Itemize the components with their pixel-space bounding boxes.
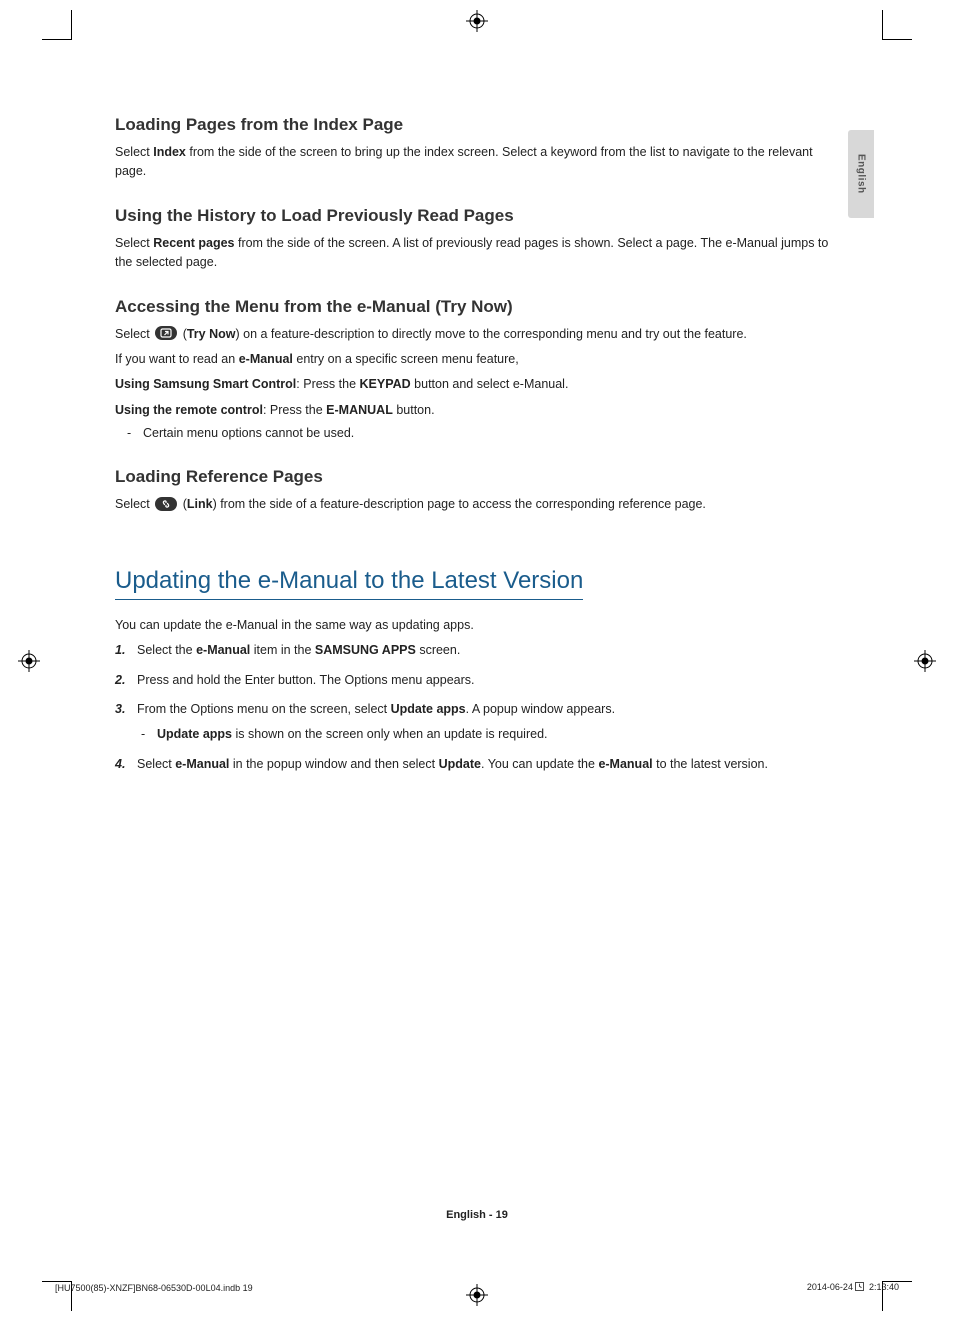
body-text: Using the remote control: Press the E-MA…	[115, 401, 835, 420]
crop-mark	[882, 10, 912, 40]
registration-mark-icon	[18, 650, 40, 672]
link-icon	[155, 497, 177, 511]
registration-mark-icon	[466, 10, 488, 32]
body-text: You can update the e-Manual in the same …	[115, 616, 835, 635]
body-text: Using Samsung Smart Control: Press the K…	[115, 375, 835, 394]
heading-updating: Updating the e-Manual to the Latest Vers…	[115, 567, 583, 600]
crop-mark	[42, 10, 72, 40]
imprint-filename: [HU7500(85)-XNZF]BN68-06530D-00L04.indb …	[55, 1283, 253, 1293]
body-text: Select Index from the side of the screen…	[115, 143, 835, 182]
imprint-timestamp: 2014-06-24 2:13:40	[807, 1282, 899, 1293]
body-text: If you want to read an e-Manual entry on…	[115, 350, 835, 369]
body-text: Select (Try Now) on a feature-descriptio…	[115, 325, 835, 344]
heading-reference: Loading Reference Pages	[115, 467, 835, 487]
page-number: English - 19	[0, 1209, 954, 1221]
body-text: Select (Link) from the side of a feature…	[115, 495, 835, 514]
page-content: Loading Pages from the Index Page Select…	[115, 115, 835, 798]
heading-index-page: Loading Pages from the Index Page	[115, 115, 835, 135]
step-item: Select e-Manual in the popup window and …	[115, 755, 835, 774]
registration-mark-icon	[914, 650, 936, 672]
heading-try-now: Accessing the Menu from the e-Manual (Tr…	[115, 297, 835, 317]
heading-history: Using the History to Load Previously Rea…	[115, 206, 835, 226]
sub-note: Update apps is shown on the screen only …	[137, 725, 835, 744]
section-index-page: Loading Pages from the Index Page Select…	[115, 115, 835, 182]
clock-icon	[855, 1282, 864, 1293]
language-tab-label: English	[856, 154, 867, 194]
registration-mark-icon	[466, 1284, 488, 1306]
note-text: Certain menu options cannot be used.	[115, 424, 835, 443]
language-tab: English	[848, 130, 874, 218]
section-reference: Loading Reference Pages Select (Link) fr…	[115, 467, 835, 514]
body-text: Select Recent pages from the side of the…	[115, 234, 835, 273]
section-try-now: Accessing the Menu from the e-Manual (Tr…	[115, 297, 835, 444]
section-updating: Updating the e-Manual to the Latest Vers…	[115, 539, 835, 774]
numbered-steps: Select the e-Manual item in the SAMSUNG …	[115, 641, 835, 774]
try-now-icon	[155, 326, 177, 340]
step-item: From the Options menu on the screen, sel…	[115, 700, 835, 745]
step-item: Select the e-Manual item in the SAMSUNG …	[115, 641, 835, 660]
step-item: Press and hold the Enter button. The Opt…	[115, 671, 835, 690]
section-history: Using the History to Load Previously Rea…	[115, 206, 835, 273]
